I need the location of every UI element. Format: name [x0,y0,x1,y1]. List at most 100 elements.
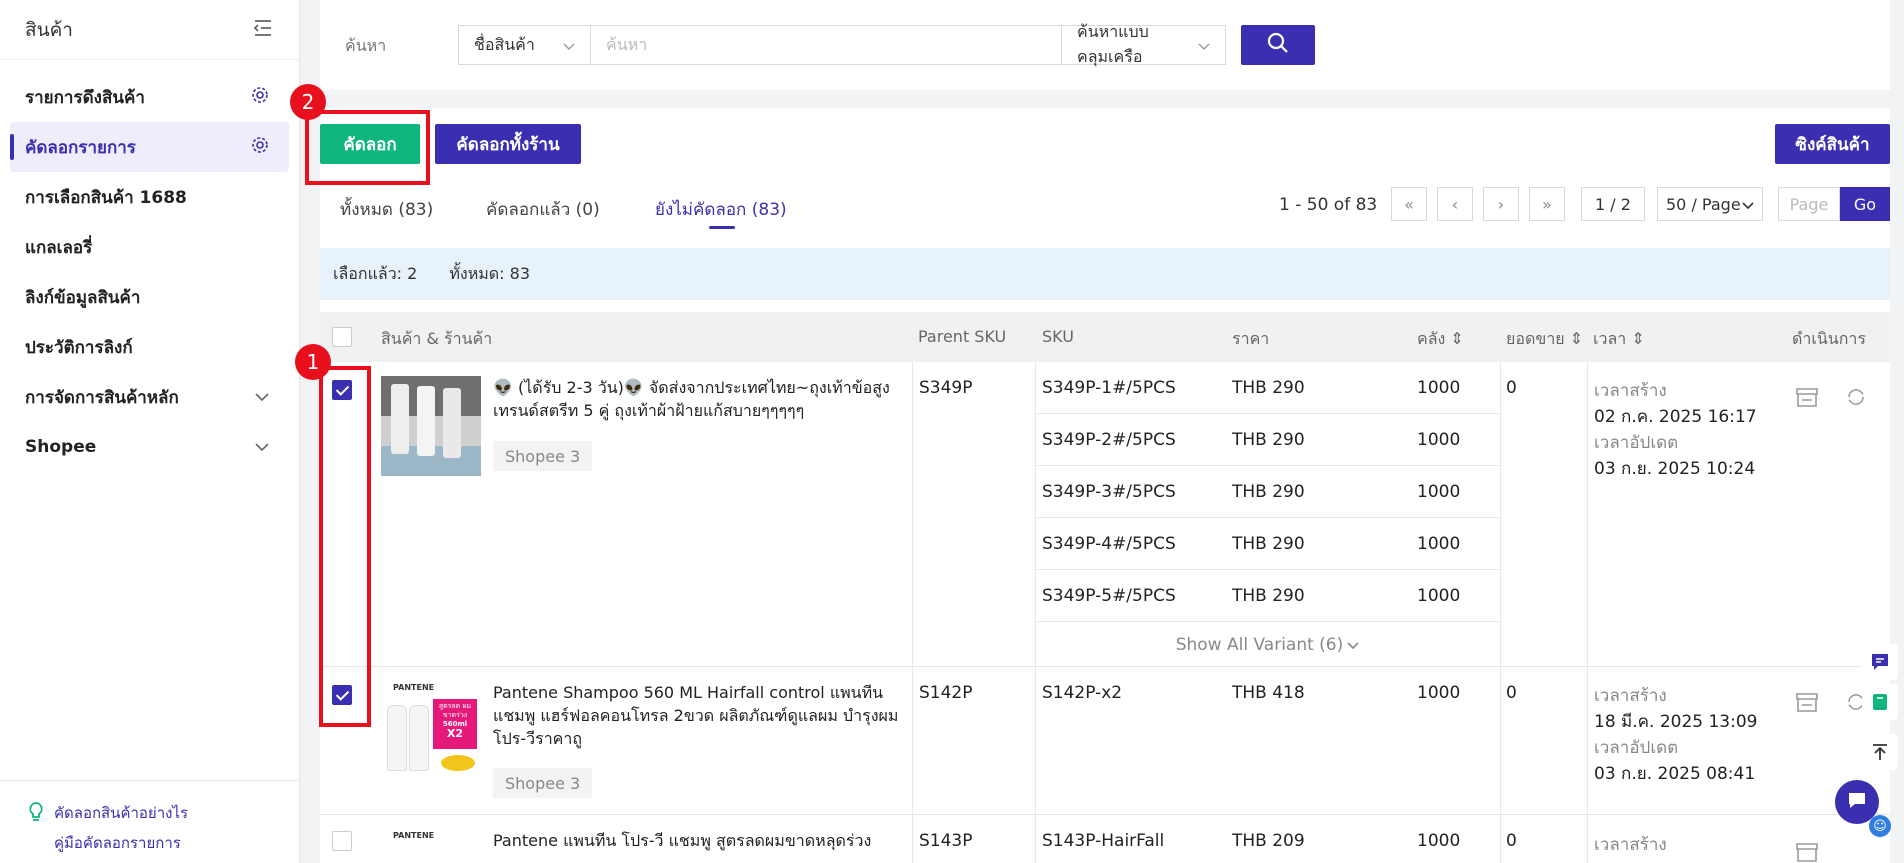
sidebar-item-shopee[interactable]: Shopee [0,422,299,472]
col-stock-label: คลัง [1417,329,1446,348]
product-title[interactable]: 👽 (ได้รับ 2-3 วัน)👽 จัดส่งจากประเทศไทย~ถ… [493,376,903,422]
sidebar-item-label: การจัดการสินค้าหลัก [25,387,179,408]
sort-icon: ⇕ [1631,329,1645,348]
sidebar-item-1688[interactable]: การเลือกสินค้า 1688 [0,172,299,222]
page-size-select[interactable]: 50 / Page [1657,187,1763,221]
chevron-down-icon [255,437,269,457]
variant-price: THB 209 [1232,831,1305,851]
lightbulb-icon [28,801,44,863]
search-panel: ค้นหา ชื่อสินค้า ค้นหา ค้นหาแบบคลุมเครือ [320,0,1890,90]
variant-row: S349P-1#/5PCS THB 290 1000 [1035,362,1500,414]
store-action-icon[interactable] [1795,691,1819,717]
next-page-button[interactable]: › [1483,187,1519,221]
variant-stock: 1000 [1417,586,1461,606]
variant-sku: S349P-1#/5PCS [1042,378,1176,398]
variant-row: S349P-3#/5PCS THB 290 1000 [1035,466,1500,518]
variant-row: S349P-5#/5PCS THB 290 1000 [1035,570,1500,622]
sidebar-item-copy-list[interactable]: คัดลอกรายการ [10,122,289,172]
variant-stock: 1000 [1417,534,1461,554]
sidebar-header: สินค้า [0,0,299,60]
product-thumbnail[interactable]: PANTENE [381,829,481,863]
collapse-menu-icon[interactable] [253,19,273,41]
sidebar-item-product-link[interactable]: ลิงก์ข้อมูลสินค้า [0,272,299,322]
store-action-icon[interactable] [1795,386,1819,412]
gear-icon[interactable] [251,136,269,159]
help-link-copy-guide[interactable]: คู่มือคัดลอกรายการ [54,831,188,855]
created-time: 18 มี.ค. 2025 13:09 [1594,712,1758,732]
last-page-button[interactable]: » [1529,187,1565,221]
created-label: เวลาสร้าง [1594,835,1667,855]
variant-price: THB 290 [1232,586,1305,606]
variant-stock: 1000 [1417,831,1461,851]
annotation-box-copy [305,110,430,185]
search-mode-select[interactable]: ค้นหาแบบคลุมเครือ [1061,22,1226,66]
sidebar-item-gallery[interactable]: แกลเลอรี่ [0,222,299,272]
sync-icon[interactable] [1845,386,1867,412]
sidebar-item-label: ลิงก์ข้อมูลสินค้า [25,287,141,308]
col-stock[interactable]: คลัง ⇕ [1417,327,1464,352]
table-row: 👽 (ได้รับ 2-3 วัน)👽 จัดส่งจากประเทศไทย~ถ… [320,362,1890,667]
show-all-variants-link[interactable]: Show All Variant (6) [1035,622,1500,667]
search-field-select[interactable]: ชื่อสินค้า [458,25,591,65]
variant-price: THB 418 [1232,683,1305,703]
back-to-top-icon[interactable] [1862,734,1898,770]
chat-icon [1846,790,1868,814]
updated-label: เวลาอัปเดต [1594,433,1679,453]
product-title[interactable]: Pantene Shampoo 560 ML Hairfall control … [493,681,903,750]
page-jump-input[interactable]: Page [1778,187,1840,221]
chevron-right-icon: › [1497,194,1505,214]
table-row: PANTENE Pantene แพนทีน โปร-วี แชมพู สูตร… [320,815,1890,863]
search-icon [1267,32,1289,58]
prev-page-button[interactable]: ‹ [1437,187,1473,221]
help-link-how-to-copy[interactable]: คัดลอกสินค้าอย่างไร [54,801,188,825]
show-all-variants-label: Show All Variant (6) [1175,634,1344,655]
sidebar-item-link-history[interactable]: ประวัติการลิงก์ [0,322,299,372]
feedback-icon[interactable] [1862,644,1898,680]
variant-stock: 1000 [1417,430,1461,450]
product-title[interactable]: Pantene แพนทีน โปร-วี แชมพู สูตรลดผมขาดห… [493,829,903,852]
product-thumbnail[interactable]: PANTENE สูตรลด ผมขาดร่วง 560ml X2 [381,681,481,781]
chevron-down-icon [563,36,575,55]
tab-all[interactable]: ทั้งหมด (83) [340,196,433,223]
store-action-icon[interactable] [1795,841,1819,863]
page-size-value: 50 / Page [1666,194,1741,214]
annotation-box-checkboxes [319,366,371,727]
col-time[interactable]: เวลา ⇕ [1593,327,1645,352]
table-row: PANTENE สูตรลด ผมขาดร่วง 560ml X2 Panten… [320,667,1890,815]
sidebar-item-label: การเลือกสินค้า 1688 [25,187,187,208]
select-all-checkbox[interactable] [332,327,352,347]
variant-sku: S349P-2#/5PCS [1042,430,1176,450]
assistant-icon[interactable]: ☺ [1869,815,1891,837]
thumb-promo: สูตรลด ผมขาดร่วง [438,702,472,719]
active-tab-indicator [709,226,735,229]
copy-all-store-button[interactable]: คัดลอกทั้งร้าน [435,124,581,164]
go-button[interactable]: Go [1840,187,1890,221]
product-thumbnail[interactable] [381,376,481,476]
search-field-value: ชื่อสินค้า [474,34,535,54]
divider [1587,362,1588,667]
tab-copied[interactable]: คัดลอกแล้ว (0) [486,196,600,223]
divider [1035,815,1036,863]
sync-products-button[interactable]: ซิงค์สินค้า [1775,124,1890,164]
row-checkbox[interactable] [332,831,352,851]
col-sales[interactable]: ยอดขาย ⇕ [1506,327,1583,352]
time-info: เวลาสร้าง 02 ก.ค. 2025 16:17 เวลาอัปเดต … [1594,378,1757,482]
divider [1035,667,1036,815]
first-page-button[interactable]: « [1391,187,1427,221]
gear-icon[interactable] [251,86,269,109]
updated-label: เวลาอัปเดต [1594,738,1679,758]
search-button[interactable] [1241,25,1315,65]
sidebar-item-pull-list[interactable]: รายการดึงสินค้า [0,72,299,122]
annotation-badge-1: 1 [295,344,331,380]
col-product: สินค้า & ร้านค้า [381,329,493,348]
book-icon[interactable] [1862,684,1898,720]
chevron-down-icon [255,387,269,407]
search-input[interactable]: ค้นหา [590,25,1062,65]
divider [912,667,913,815]
pagination-range: 1 - 50 of 83 [1279,195,1378,215]
variant-price: THB 290 [1232,534,1305,554]
time-info: เวลาสร้าง 18 มี.ค. 2025 13:09 เวลาอัปเดต… [1594,683,1757,787]
sidebar-item-label: ประวัติการลิงก์ [25,337,133,358]
sidebar-item-master-products[interactable]: การจัดการสินค้าหลัก [0,372,299,422]
tab-not-copied[interactable]: ยังไม่คัดลอก (83) [655,196,787,223]
